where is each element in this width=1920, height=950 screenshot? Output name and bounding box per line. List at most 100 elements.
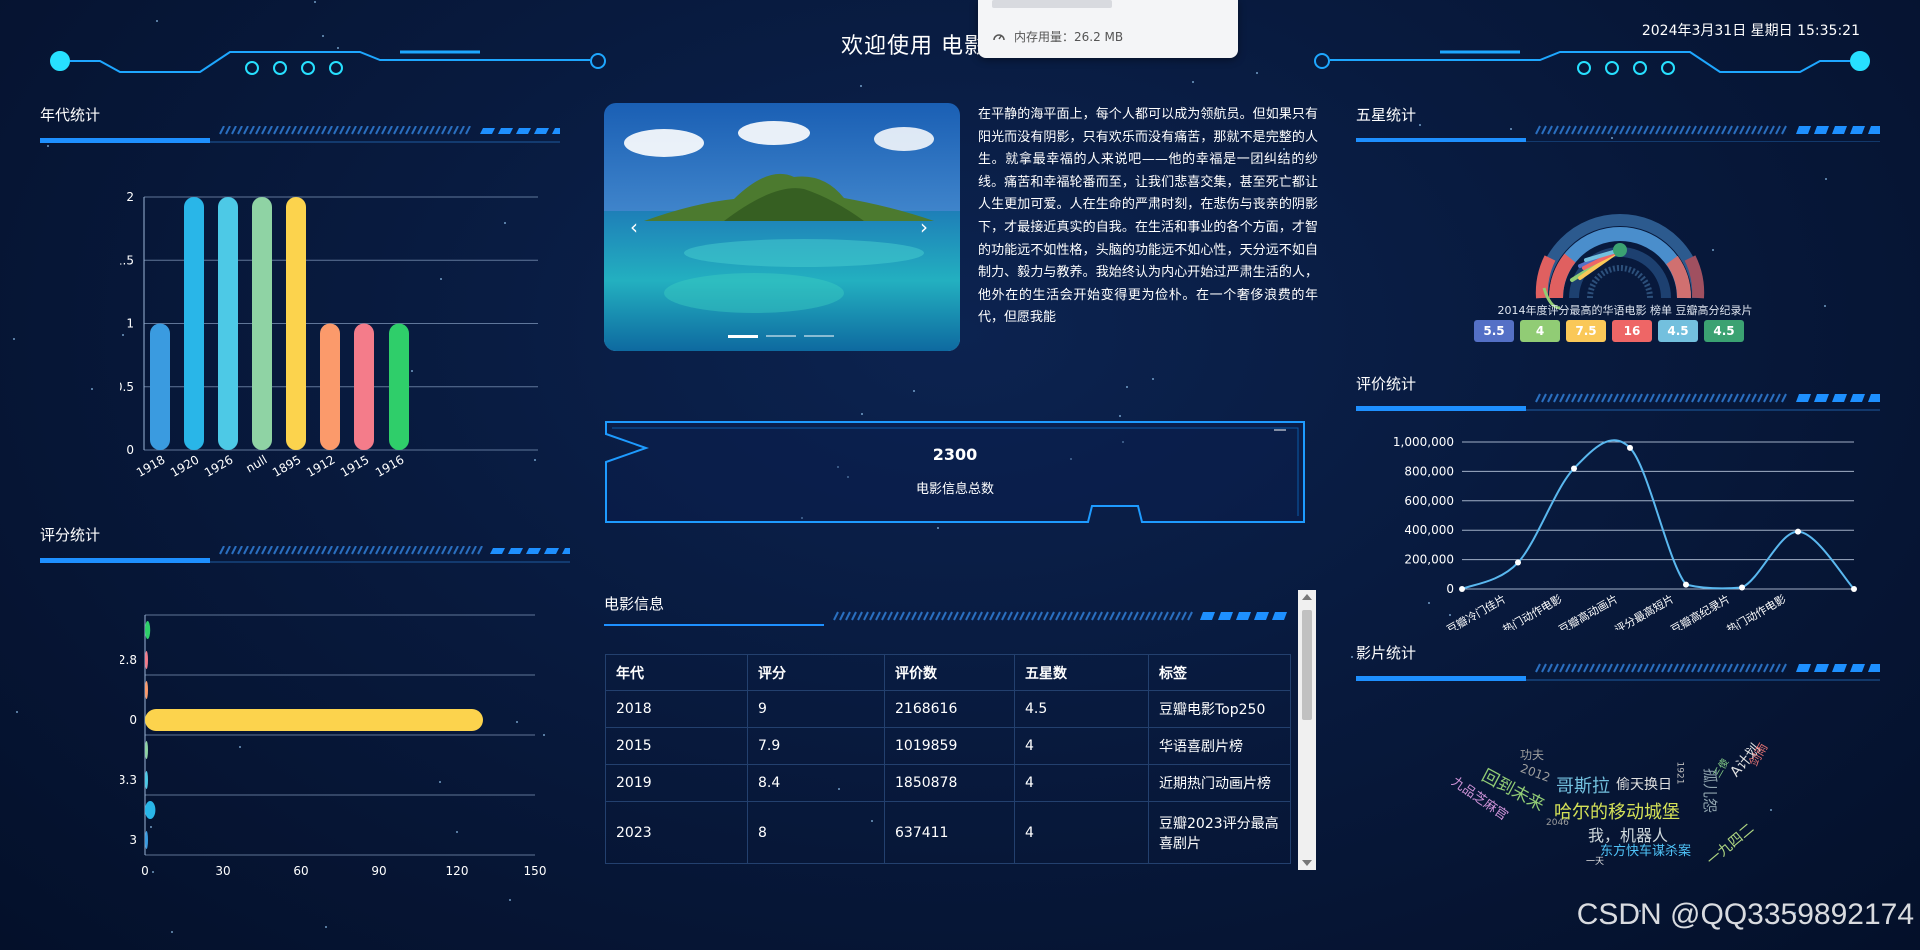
- total-count-label: 电影信息总数: [915, 482, 994, 497]
- x-tick-label: 1918: [134, 452, 167, 479]
- y-tick-label: 200,000: [1404, 553, 1454, 567]
- scroll-up-arrow-icon[interactable]: [1302, 594, 1312, 600]
- panel-title-decade: 年代统计: [40, 106, 101, 124]
- table-cell: 2018: [605, 690, 748, 728]
- x-tick-label: 1895: [270, 452, 303, 479]
- table-cell: 4: [1014, 801, 1149, 864]
- table-header-row: 年代 评分 评价数 五星数 标签: [605, 654, 1291, 691]
- word-cloud-word[interactable]: 一天: [1586, 854, 1604, 867]
- table-row[interactable]: 2023 8 637411 4 豆瓣2023评分最高喜剧片: [605, 801, 1291, 864]
- scrollbar-thumb[interactable]: [1302, 610, 1312, 720]
- bar: [145, 621, 151, 639]
- gauge-value-badge: 4: [1520, 320, 1560, 342]
- table-cell: 1850878: [884, 764, 1015, 802]
- table-cell: 1019859: [884, 727, 1015, 765]
- memory-usage-label: 内存用量：26.2 MB: [1014, 30, 1124, 44]
- panel-underline-decade: [40, 126, 560, 143]
- x-tick-label: 评分最高短片: [1612, 591, 1676, 630]
- total-count: 2300: [932, 445, 978, 464]
- word-cloud-word[interactable]: 1921: [1674, 762, 1684, 785]
- y-tick-label: 1,000,000: [1393, 435, 1454, 449]
- word-cloud-word[interactable]: 哈尔的移动城堡: [1554, 798, 1680, 824]
- table-cell: 4: [1014, 727, 1149, 765]
- data-point: [1683, 581, 1689, 588]
- x-tick-label: 豆瓣高动画片: [1556, 591, 1620, 630]
- table-cell: 4: [1014, 764, 1149, 802]
- word-cloud-word[interactable]: 哥斯拉: [1556, 772, 1610, 798]
- x-tick-label: 1912: [304, 452, 337, 479]
- bar: [145, 801, 156, 819]
- x-tick-label: 1926: [202, 452, 235, 479]
- word-cloud-word[interactable]: 2046: [1546, 818, 1569, 828]
- y-tick-label: 3.3: [120, 773, 137, 787]
- data-point: [1515, 559, 1521, 566]
- word-cloud-word[interactable]: 偷天换日: [1616, 774, 1672, 794]
- data-point: [1571, 465, 1577, 472]
- gauge-value-badge: 4.5: [1658, 320, 1698, 342]
- word-cloud-word[interactable]: 一九四二: [1702, 818, 1758, 869]
- bar: [389, 323, 409, 450]
- datetime-display: 2024年3月31日 星期日 15:35:21: [1641, 23, 1860, 39]
- bar: [286, 197, 306, 450]
- panel-underline-reviews: [1356, 393, 1880, 411]
- table-cell: 2168616: [884, 690, 1015, 728]
- table-row[interactable]: 2015 7.9 1019859 4 华语喜剧片榜: [605, 727, 1291, 765]
- y-tick-label: 800,000: [1404, 464, 1454, 478]
- data-point: [1795, 528, 1801, 535]
- word-cloud-word[interactable]: 东方快车谋杀案: [1600, 840, 1691, 859]
- carousel-prev-button[interactable]: ‹: [630, 215, 638, 239]
- table-scrollbar[interactable]: [1298, 590, 1316, 870]
- table-cell: 豆瓣2023评分最高喜剧片: [1148, 801, 1291, 864]
- column-header[interactable]: 五星数: [1014, 654, 1149, 691]
- y-tick-label: 1: [126, 317, 134, 331]
- y-tick-label: 600,000: [1404, 494, 1454, 508]
- column-header[interactable]: 年代: [605, 654, 748, 691]
- table-cell: 9: [747, 690, 885, 728]
- y-tick-label: 1.5: [120, 253, 134, 267]
- table-row[interactable]: 2019 8.4 1850878 4 近期热门动画片榜: [605, 764, 1291, 802]
- bar: [184, 197, 204, 450]
- y-tick-label: 3: [129, 833, 137, 847]
- table-row[interactable]: 2018 9 2168616 4.5 豆瓣电影Top250: [605, 690, 1291, 728]
- y-tick-label: 0: [129, 713, 137, 727]
- decade-bar-chart: 0 0.5 1 1.5 2 191819201926 null189519121915191…: [120, 190, 538, 480]
- article-text: 在平静的海平面上，每个人都可以成为领航员。但如果只有阳光而没有阴影，只有欢乐而没…: [978, 107, 1318, 326]
- gauge-value-badge: 4.5: [1704, 320, 1744, 342]
- memory-usage-popup: 内存用量：26.2 MB: [978, 0, 1238, 58]
- movie-info-table: 年代 评分 评价数 五星数 标签 2018 9 2168616 4.5 豆瓣电影…: [605, 654, 1291, 864]
- x-tick-label: 60: [293, 864, 308, 878]
- bar: [145, 741, 148, 759]
- panel-underline-five-star: [1356, 125, 1880, 142]
- column-header[interactable]: 标签: [1148, 654, 1291, 691]
- scroll-down-arrow-icon[interactable]: [1302, 860, 1312, 866]
- gauge-icon: [993, 33, 1005, 40]
- data-point: [1627, 444, 1633, 451]
- x-tick-label: 1915: [338, 452, 371, 479]
- y-tick-label: 400,000: [1404, 523, 1454, 537]
- table-cell: 8: [747, 801, 885, 864]
- carousel-next-button[interactable]: ›: [920, 215, 928, 239]
- series-line: [1461, 439, 1855, 590]
- x-tick-label: null: [244, 452, 270, 475]
- table-cell: 2019: [605, 764, 748, 802]
- x-tick-label: 豆瓣高纪录片: [1668, 591, 1732, 630]
- column-header[interactable]: 评分: [747, 654, 885, 691]
- table-cell: 华语喜剧片榜: [1148, 727, 1291, 765]
- carousel-dot-active[interactable]: [728, 335, 758, 338]
- x-tick-label: 豆瓣冷门佳片: [1444, 591, 1508, 630]
- bar: [218, 197, 238, 450]
- table-cell: 近期热门动画片榜: [1148, 764, 1291, 802]
- column-header[interactable]: 评价数: [884, 654, 1015, 691]
- y-tick-label: 2.8: [120, 653, 137, 667]
- carousel-dot[interactable]: [766, 335, 796, 337]
- carousel-dot[interactable]: [804, 335, 834, 337]
- word-cloud-word[interactable]: 功夫: [1520, 746, 1544, 763]
- bar: [145, 681, 148, 699]
- image-carousel[interactable]: ‹ ›: [604, 103, 960, 351]
- csdn-watermark: CSDN @QQ3359892174: [1576, 898, 1914, 931]
- y-tick-label: 0.5: [120, 380, 134, 394]
- panel-underline-films: [1356, 663, 1880, 681]
- rating-horizontal-bar-chart: 0 30 60 90 120 150 3 3.3 0 2.8: [120, 614, 546, 878]
- island-landscape-image: [604, 103, 960, 351]
- y-tick-label: 2: [126, 190, 134, 204]
